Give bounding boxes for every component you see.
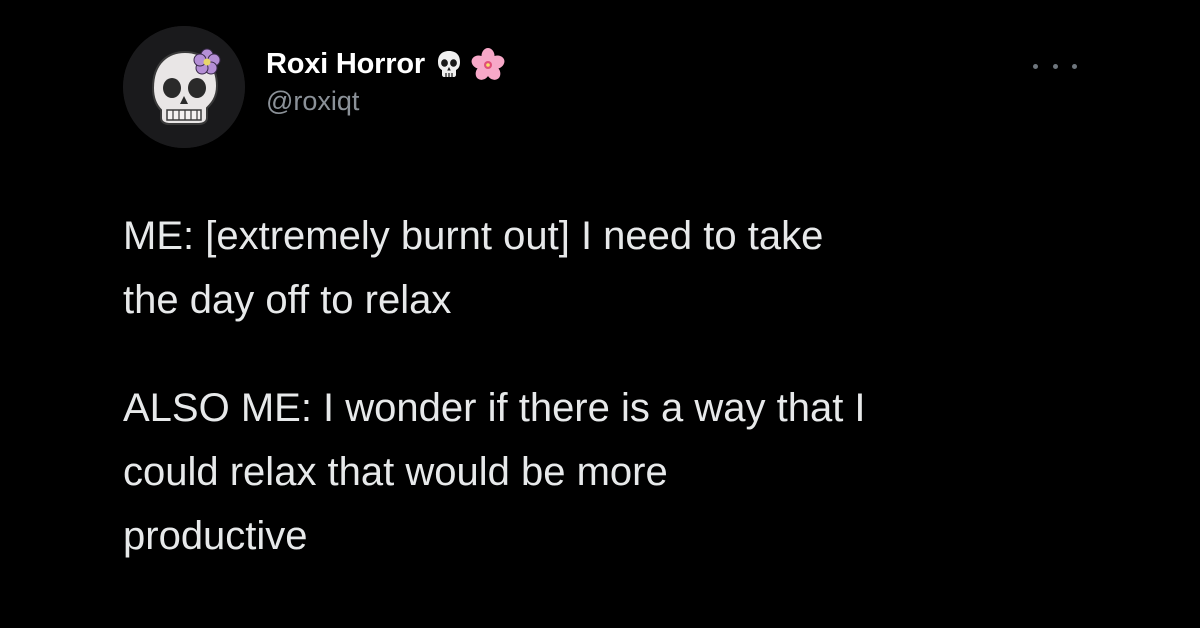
more-dot — [1052, 63, 1058, 69]
tweet-text-paragraph: ME: [extremely burnt out] I need to take… — [123, 214, 824, 322]
more-dot — [1033, 63, 1038, 69]
tweet-text-paragraph: ALSO ME: I wonder if there is a way that… — [123, 386, 866, 558]
author-display-name[interactable]: Roxi Horror — [266, 48, 425, 81]
author-handle[interactable]: @roxiqt — [266, 86, 359, 117]
more-options-icon[interactable] — [1033, 56, 1077, 76]
tweet-card: Roxi Horror @roxiqt ME: [extremely burnt… — [0, 0, 1200, 628]
more-dot — [1072, 63, 1077, 69]
cherry-blossom-icon — [471, 48, 505, 80]
skull-avatar-icon — [123, 26, 245, 148]
skull-icon — [433, 48, 465, 80]
avatar[interactable] — [123, 26, 245, 148]
author-name-row: Roxi Horror — [266, 44, 505, 84]
